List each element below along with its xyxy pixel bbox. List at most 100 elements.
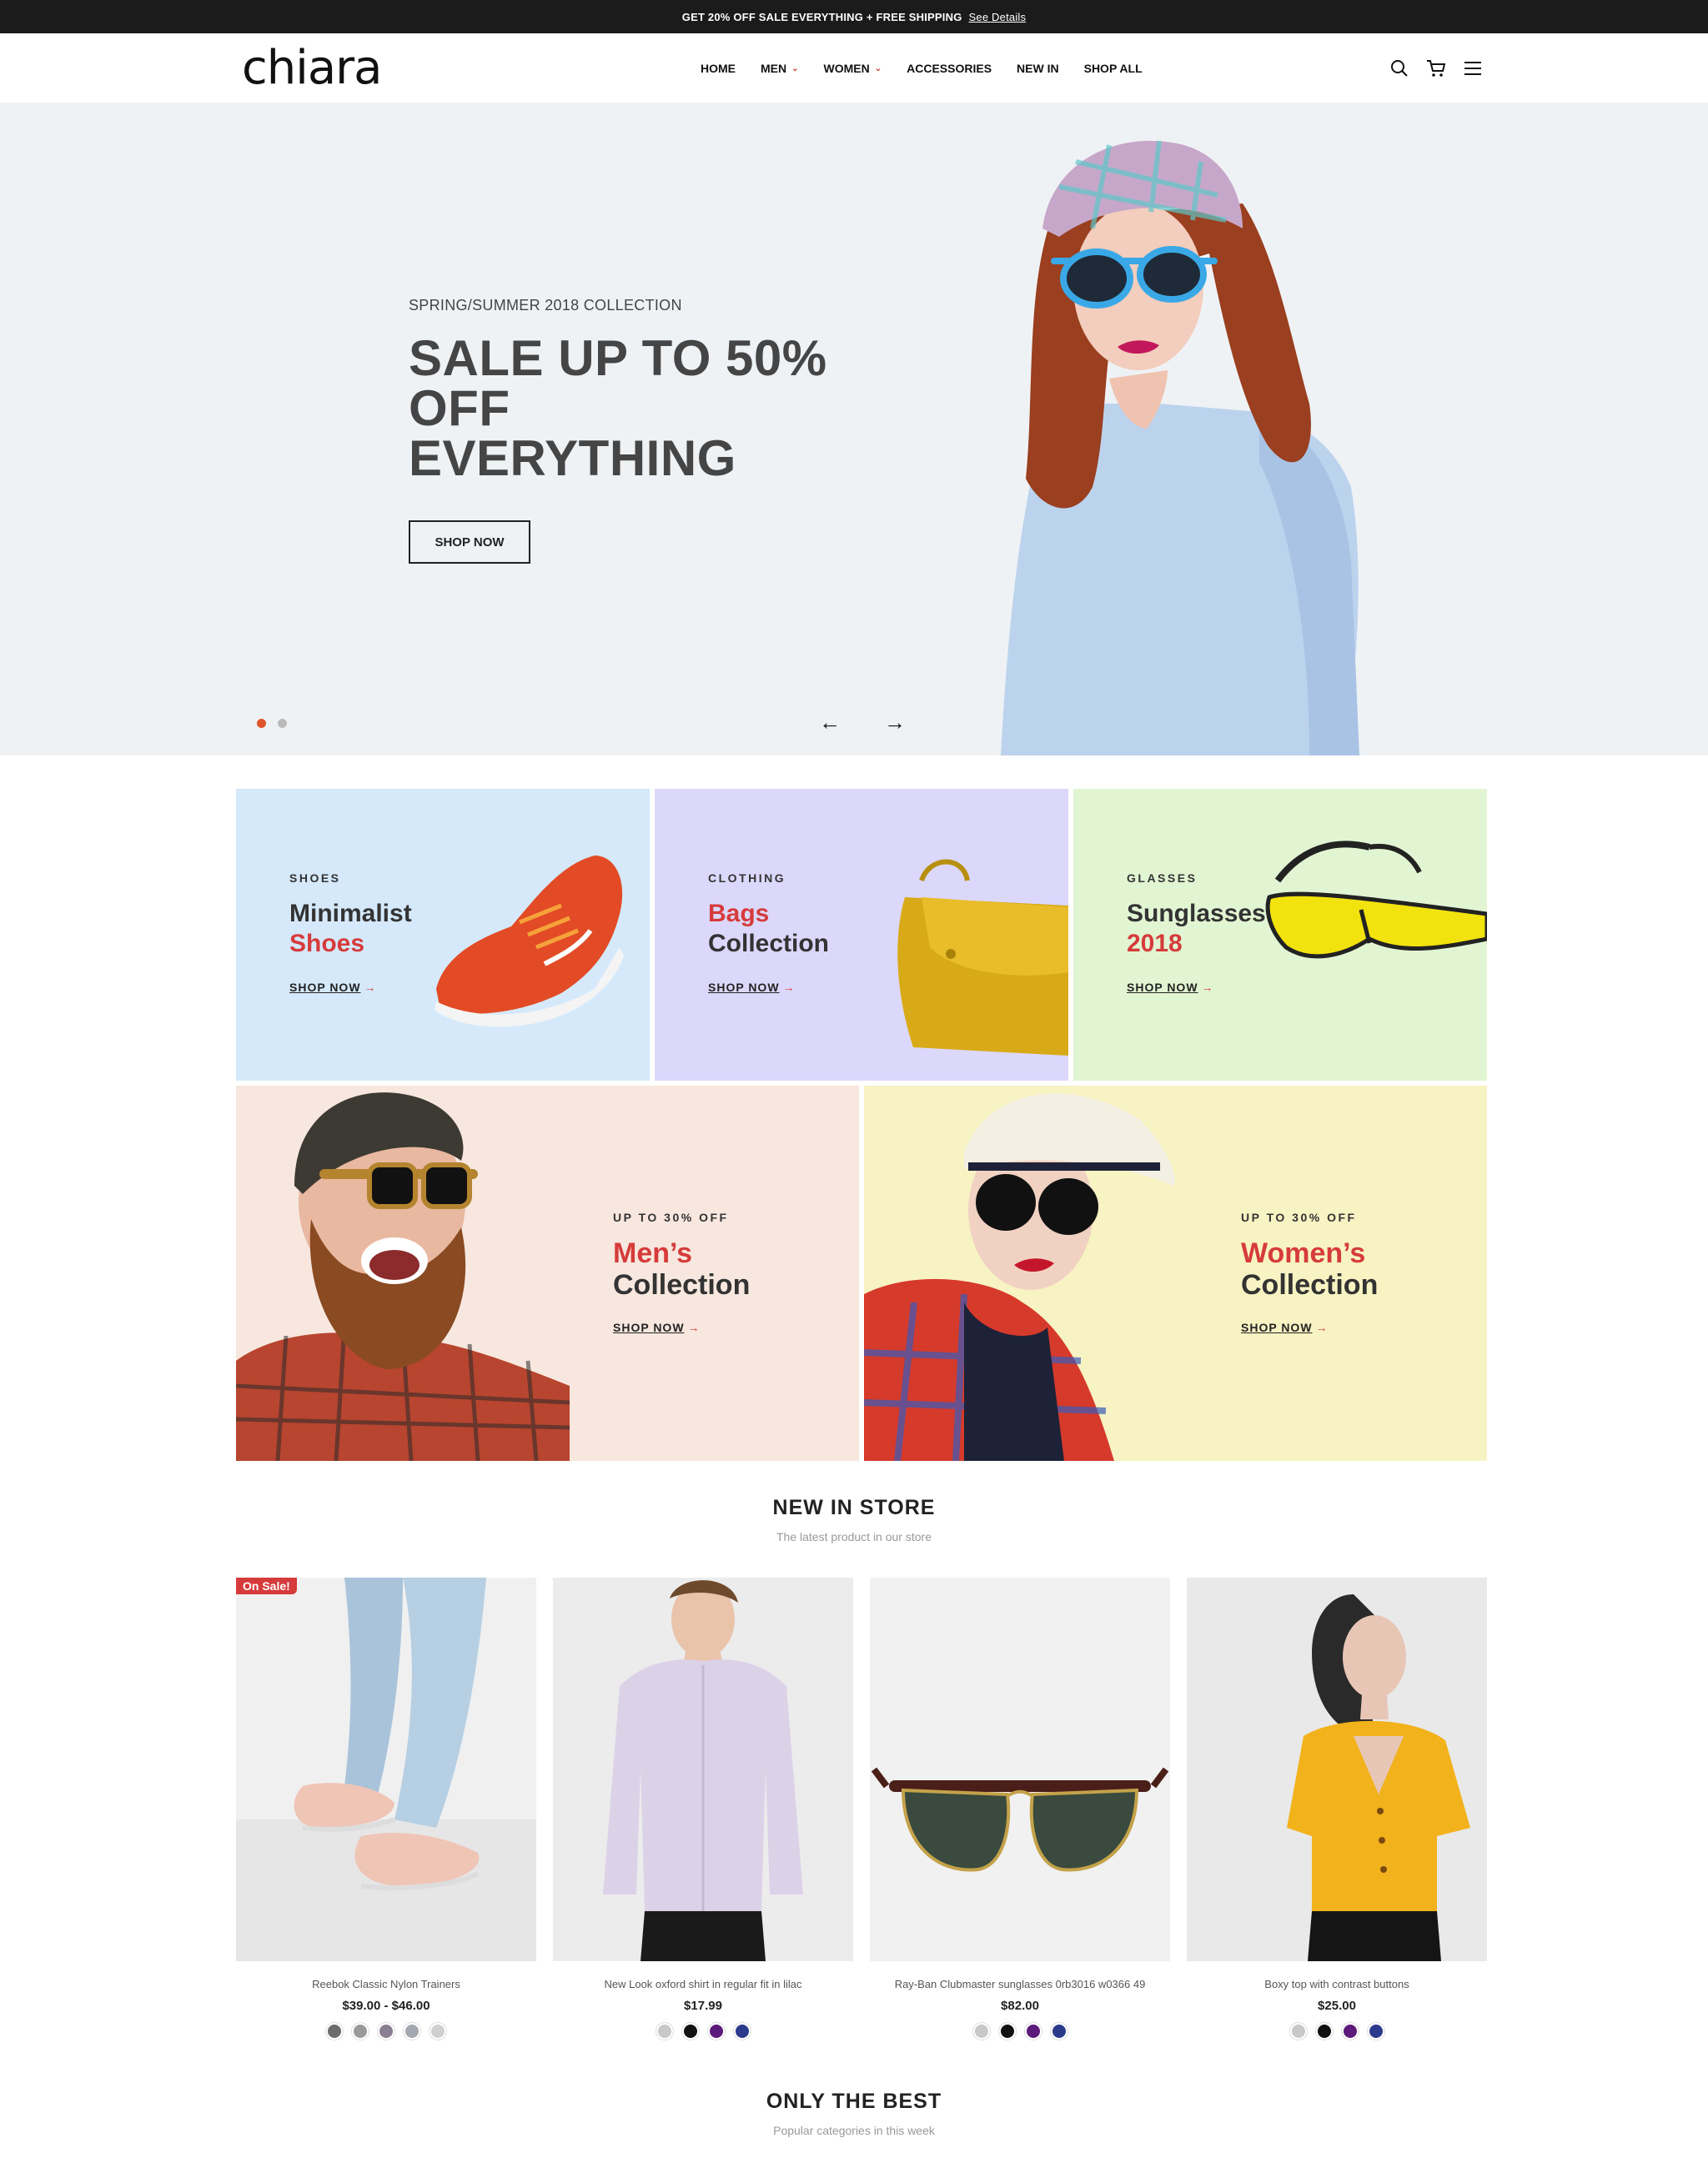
nav-accessories-label: ACCESSORIES bbox=[907, 62, 992, 75]
color-swatch[interactable] bbox=[326, 2023, 343, 2040]
color-swatch[interactable] bbox=[972, 2023, 990, 2040]
logo-text: chiara bbox=[242, 41, 382, 95]
color-swatch[interactable] bbox=[656, 2023, 673, 2040]
product-name[interactable]: Boxy top with contrast buttons bbox=[1187, 1978, 1487, 1990]
product-name[interactable]: Reebok Classic Nylon Trainers bbox=[236, 1978, 536, 1990]
tile-title: Women’s Collection bbox=[1241, 1237, 1378, 1301]
tile-title: Minimalist Shoes bbox=[289, 899, 412, 959]
color-swatch[interactable] bbox=[1315, 2023, 1333, 2040]
category-tile-shoes[interactable]: SHOES Minimalist Shoes SHOP NOW → bbox=[236, 789, 650, 1081]
tile-title-line: Men’s bbox=[613, 1237, 693, 1269]
chevron-down-icon: ⌄ bbox=[791, 63, 799, 73]
product-card[interactable]: Boxy top with contrast buttons $25.00 bbox=[1187, 1578, 1487, 2040]
new-in-store-subtitle: The latest product in our store bbox=[776, 1530, 932, 1543]
category-tile-glasses[interactable]: GLASSES Sunglasses 2018 SHOP NOW → bbox=[1073, 789, 1487, 1081]
tile-title: Bags Collection bbox=[708, 899, 829, 959]
main-nav: HOME MEN ⌄ WOMEN ⌄ ACCESSORIES NEW IN SHOP… bbox=[701, 33, 1143, 103]
nav-men[interactable]: MEN ⌄ bbox=[761, 62, 799, 75]
slider-dots bbox=[257, 719, 287, 728]
tile-shop-now-label: SHOP NOW bbox=[708, 981, 780, 994]
color-swatch[interactable] bbox=[404, 2023, 420, 2040]
arrow-right-icon: → bbox=[1201, 981, 1214, 994]
product-card[interactable]: New Look oxford shirt in regular fit in … bbox=[553, 1578, 853, 2040]
tile-shop-now-link[interactable]: SHOP NOW → bbox=[613, 1321, 701, 1334]
tile-tag: CLOTHING bbox=[704, 871, 786, 885]
women-model-image bbox=[864, 1093, 1175, 1461]
product-name[interactable]: New Look oxford shirt in regular fit in … bbox=[553, 1978, 853, 1990]
product-image[interactable]: On Sale! bbox=[236, 1578, 536, 1961]
hero-title: SALE UP TO 50% OFF EVERYTHING bbox=[409, 334, 876, 484]
nav-home[interactable]: HOME bbox=[701, 62, 736, 75]
nav-shop-all[interactable]: SHOP ALL bbox=[1084, 62, 1143, 75]
tile-tag: UP TO 30% OFF bbox=[1238, 1211, 1357, 1224]
product-image[interactable] bbox=[870, 1578, 1170, 1961]
arrow-right-icon: → bbox=[364, 981, 377, 994]
arrow-right-icon: → bbox=[1315, 1321, 1329, 1334]
hero-slider: SPRING/SUMMER 2018 COLLECTION SALE UP TO… bbox=[0, 103, 1708, 755]
product-card[interactable]: On Sale! Reebok Classic Nylon Trainers $… bbox=[236, 1578, 536, 2040]
color-swatch[interactable] bbox=[1341, 2023, 1359, 2040]
tile-shop-now-link[interactable]: SHOP NOW → bbox=[1127, 981, 1214, 994]
hero-shop-now-button[interactable]: SHOP NOW bbox=[409, 520, 530, 564]
new-in-store-title: NEW IN STORE bbox=[772, 1496, 936, 1519]
color-swatches bbox=[236, 2023, 536, 2040]
color-swatch[interactable] bbox=[378, 2023, 394, 2040]
slider-dot[interactable] bbox=[278, 719, 287, 728]
nav-women[interactable]: WOMEN ⌄ bbox=[824, 62, 882, 75]
color-swatch[interactable] bbox=[998, 2023, 1016, 2040]
header-icons bbox=[1389, 33, 1483, 103]
tile-tag: UP TO 30% OFF bbox=[610, 1211, 729, 1224]
tile-title-line: Minimalist bbox=[289, 900, 412, 927]
tile-title-line: Bags bbox=[708, 900, 770, 927]
tile-title: Sunglasses 2018 bbox=[1127, 899, 1266, 959]
color-swatch[interactable] bbox=[1024, 2023, 1042, 2040]
tile-shop-now-label: SHOP NOW bbox=[1127, 981, 1198, 994]
color-swatch[interactable] bbox=[430, 2023, 446, 2040]
color-swatch[interactable] bbox=[1289, 2023, 1307, 2040]
arrow-right-icon[interactable]: → bbox=[882, 710, 907, 735]
bag-image bbox=[897, 859, 1068, 1056]
slider-dot-active[interactable] bbox=[257, 719, 266, 728]
tile-title-line: Collection bbox=[708, 930, 830, 957]
menu-icon[interactable] bbox=[1463, 58, 1483, 78]
nav-women-label: WOMEN bbox=[823, 62, 870, 75]
product-price: $17.99 bbox=[684, 1999, 722, 2013]
color-swatch[interactable] bbox=[1050, 2023, 1068, 2040]
tile-shop-now-link[interactable]: SHOP NOW → bbox=[708, 981, 796, 994]
see-details-link[interactable]: See Details bbox=[969, 11, 1027, 23]
category-tile-bags[interactable]: CLOTHING Bags Collection SHOP NOW → bbox=[655, 789, 1068, 1081]
men-model-image bbox=[236, 1092, 570, 1461]
shoe-image bbox=[435, 856, 624, 1027]
color-swatch[interactable] bbox=[352, 2023, 369, 2040]
nav-accessories[interactable]: ACCESSORIES bbox=[907, 62, 992, 75]
arrow-left-icon[interactable]: ← bbox=[817, 710, 842, 735]
hero-model-image bbox=[1001, 140, 1359, 755]
arrow-right-icon: → bbox=[782, 981, 796, 994]
color-swatch[interactable] bbox=[681, 2023, 699, 2040]
color-swatch[interactable] bbox=[733, 2023, 751, 2040]
product-name[interactable]: Ray-Ban Clubmaster sunglasses 0rb3016 w0… bbox=[870, 1978, 1170, 1990]
tile-shop-now-link[interactable]: SHOP NOW → bbox=[1241, 1321, 1329, 1334]
sunglasses-image bbox=[1265, 841, 1487, 959]
category-tile-women[interactable]: UP TO 30% OFF Women’s Collection SHOP NO… bbox=[864, 1086, 1487, 1461]
search-icon[interactable] bbox=[1389, 58, 1409, 78]
category-tile-men[interactable]: UP TO 30% OFF Men’s Collection SHOP NOW → bbox=[236, 1086, 859, 1461]
nav-new-in[interactable]: NEW IN bbox=[1017, 62, 1059, 75]
nav-men-label: MEN bbox=[761, 62, 787, 75]
product-card[interactable]: Ray-Ban Clubmaster sunglasses 0rb3016 w0… bbox=[870, 1578, 1170, 2040]
only-the-best-title: ONLY THE BEST bbox=[766, 2090, 942, 2113]
logo[interactable]: chiara bbox=[242, 45, 382, 92]
color-swatch[interactable] bbox=[707, 2023, 725, 2040]
color-swatch[interactable] bbox=[1367, 2023, 1384, 2040]
hero-subtitle: SPRING/SUMMER 2018 COLLECTION bbox=[409, 297, 682, 314]
product-image[interactable] bbox=[1187, 1578, 1487, 1961]
tile-shop-now-label: SHOP NOW bbox=[613, 1321, 685, 1334]
tile-shop-now-link[interactable]: SHOP NOW → bbox=[289, 981, 377, 994]
hero-title-line: OFF bbox=[409, 380, 510, 436]
cart-icon[interactable] bbox=[1426, 58, 1446, 78]
hero-title-line: EVERYTHING bbox=[409, 430, 736, 486]
product-image[interactable] bbox=[553, 1578, 853, 1961]
site-header: chiara HOME MEN ⌄ WOMEN ⌄ ACCESSORIES NEW … bbox=[0, 33, 1708, 103]
on-sale-badge: On Sale! bbox=[236, 1578, 297, 1594]
announcement-text: GET 20% OFF SALE EVERYTHING + FREE SHIPP… bbox=[681, 10, 962, 23]
